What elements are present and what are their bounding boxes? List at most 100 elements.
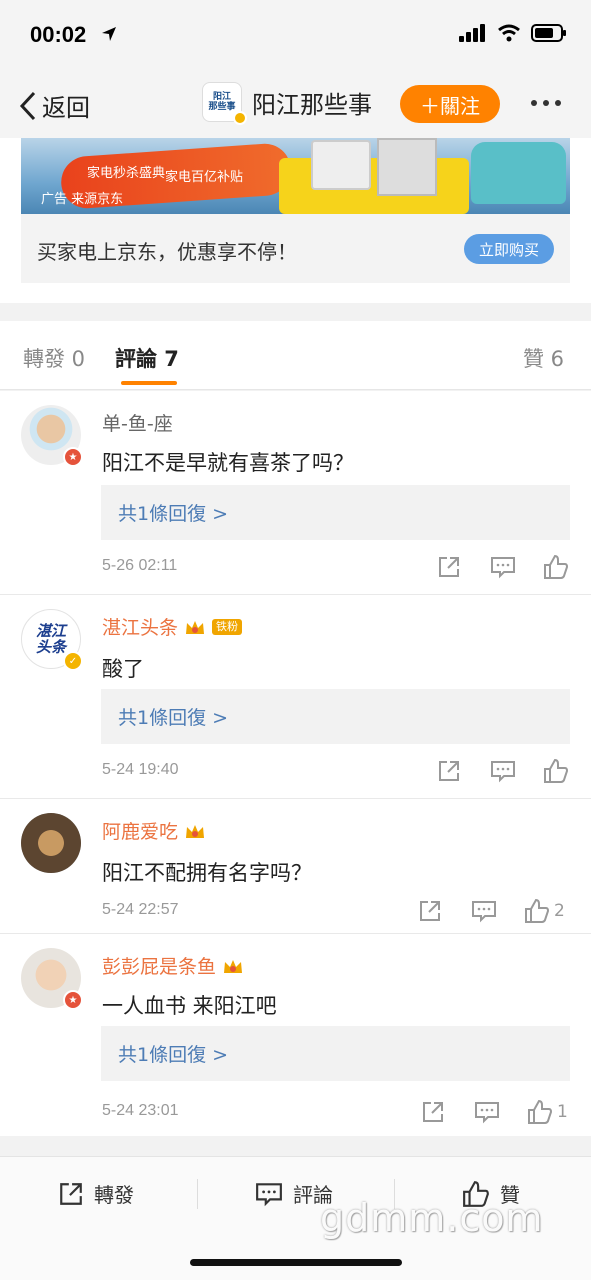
more-dot (555, 100, 561, 106)
account-title: 阳江那些事 (252, 90, 372, 119)
comment-icon (491, 557, 515, 579)
more-dot (543, 100, 549, 106)
avatar[interactable]: ★ (21, 405, 83, 467)
comment-text: 一人血书 来阳江吧 (102, 994, 277, 1018)
repost-button[interactable] (437, 759, 461, 783)
comment-username[interactable]: 单-鱼-座 (102, 409, 173, 436)
comment-time: 5-24 23:01 (102, 1102, 179, 1119)
like-button[interactable]: 1 (527, 1099, 568, 1125)
tab-likes[interactable]: 贊 6 (523, 343, 564, 373)
status-time: 00:02 (30, 22, 87, 47)
ad-source-label: 广告 来源京东 (41, 192, 124, 207)
account-avatar-text: 阳江 那些事 (208, 92, 236, 112)
repost-button[interactable] (418, 899, 442, 923)
like-count: 2 (554, 901, 565, 921)
username-text: 湛江头条 (102, 617, 179, 639)
comment-username[interactable]: 彭彭屁是条鱼 (102, 952, 244, 979)
ad-promo-text-1: 家电秒杀盛典 (87, 166, 166, 181)
ad-banner-image[interactable]: 家电秒杀盛典 家电百亿补贴 广告 来源京东 (21, 138, 570, 214)
like-count: 1 (557, 1102, 568, 1122)
like-button[interactable]: 2 (524, 898, 565, 924)
comment-list: ★ 单-鱼-座 阳江不是早就有喜茶了吗？ 共1條回復 > 5-26 02:11 … (0, 391, 591, 1136)
comment-username[interactable]: 阿鹿爱吃 (102, 817, 206, 844)
comment-item: ★ 单-鱼-座 阳江不是早就有喜茶了吗？ 共1條回復 > 5-26 02:11 (0, 391, 591, 595)
top-bar: 00:02 返回 阳江 那些事 阳江那些事 ＋關注 (0, 0, 591, 138)
verified-badge-icon (233, 111, 247, 125)
replies-link[interactable]: 共1條回復 > (101, 689, 570, 744)
star-badge-icon: ★ (63, 990, 83, 1010)
ad-text: 买家电上京东，优惠享不停！ (37, 240, 297, 264)
thumbs-up-icon (544, 554, 569, 579)
like-button[interactable] (543, 554, 573, 580)
home-indicator (190, 1259, 402, 1266)
fan-tag-badge: 铁粉 (212, 618, 243, 635)
repost-button[interactable] (421, 1100, 445, 1124)
thumbs-up-icon (525, 898, 550, 923)
crown-badge-icon (186, 824, 205, 838)
share-icon (60, 1182, 82, 1205)
avatar[interactable] (21, 813, 81, 873)
watermark: gdmm.com (320, 1196, 544, 1240)
avatar[interactable]: ★ (21, 948, 83, 1010)
ad-section: 家电秒杀盛典 家电百亿补贴 广告 来源京东 买家电上京东，优惠享不停！ 立即购买 (0, 138, 591, 303)
tab-bar: 轉發 0 評論 7 贊 6 (0, 321, 591, 390)
follow-button[interactable]: ＋關注 (400, 85, 500, 123)
reply-button[interactable] (490, 555, 516, 579)
comment-item: 湛江 头条 ✓ 湛江头条 铁粉 酸了 共1條回復 > 5-24 19:40 (0, 595, 591, 799)
location-arrow-icon (102, 27, 116, 41)
buy-now-button[interactable]: 立即购买 (464, 234, 554, 264)
crown-badge-icon (186, 620, 205, 634)
ad-washer-image (311, 140, 371, 190)
verified-badge-icon: ✓ (63, 651, 83, 671)
comment-text: 阳江不是早就有喜茶了吗？ (102, 451, 354, 475)
reply-button[interactable] (490, 759, 516, 783)
chevron-left-icon (19, 91, 36, 120)
comment-icon (475, 1102, 499, 1124)
tab-reposts[interactable]: 轉發 0 (23, 343, 85, 373)
share-icon (420, 901, 440, 921)
comment-icon (491, 761, 515, 783)
replies-link[interactable]: 共1條回復 > (101, 1026, 570, 1081)
status-indicators (459, 24, 567, 42)
star-badge-icon: ★ (63, 447, 83, 467)
ad-van-image (471, 142, 566, 204)
comment-text: 阳江不配拥有名字吗？ (102, 861, 312, 885)
more-options-button[interactable] (531, 100, 561, 106)
signal-icon (459, 24, 485, 42)
reply-button[interactable] (471, 899, 497, 923)
avatar-logo-text: 湛江 头条 (35, 622, 66, 656)
avatar[interactable]: 湛江 头条 ✓ (21, 609, 83, 671)
comment-time: 5-24 19:40 (102, 761, 179, 778)
bottom-repost-label: 轉發 (94, 1183, 134, 1207)
comment-icon (256, 1182, 282, 1206)
like-button[interactable] (543, 758, 573, 784)
active-tab-indicator (121, 381, 177, 385)
share-icon (423, 1102, 443, 1122)
crown-badge-icon (224, 959, 243, 973)
account-header[interactable]: 阳江 那些事 阳江那些事 (202, 82, 372, 125)
share-icon (439, 761, 459, 781)
back-button[interactable]: 返回 (18, 88, 90, 123)
account-avatar: 阳江 那些事 (202, 82, 247, 125)
tab-comments[interactable]: 評論 7 (115, 343, 179, 373)
ad-promo-text-2: 家电百亿补贴 (165, 170, 244, 185)
more-dot (531, 100, 537, 106)
comment-item: 阿鹿爱吃 阳江不配拥有名字吗？ 5-24 22:57 2 (0, 799, 591, 934)
comment-icon (472, 901, 496, 923)
avatar-image (21, 813, 81, 873)
wifi-icon (498, 24, 520, 42)
comment-item: ★ 彭彭屁是条鱼 一人血书 来阳江吧 共1條回復 > 5-24 23:01 1 (0, 934, 591, 1136)
ad-fridge-image (377, 138, 437, 196)
reply-button[interactable] (474, 1100, 500, 1124)
comment-username[interactable]: 湛江头条 铁粉 (102, 613, 243, 640)
bottom-repost-button[interactable]: 轉發 (58, 1179, 134, 1208)
ad-product-cart (279, 158, 469, 214)
replies-link[interactable]: 共1條回復 > (101, 485, 570, 540)
comment-time: 5-24 22:57 (102, 901, 179, 918)
username-text: 彭彭屁是条鱼 (102, 956, 217, 978)
repost-button[interactable] (437, 555, 461, 579)
comment-time: 5-26 02:11 (102, 557, 178, 574)
battery-icon (531, 24, 566, 42)
back-label: 返回 (42, 94, 90, 122)
ad-card[interactable]: 家电秒杀盛典 家电百亿补贴 广告 来源京东 买家电上京东，优惠享不停！ 立即购买 (21, 138, 570, 283)
